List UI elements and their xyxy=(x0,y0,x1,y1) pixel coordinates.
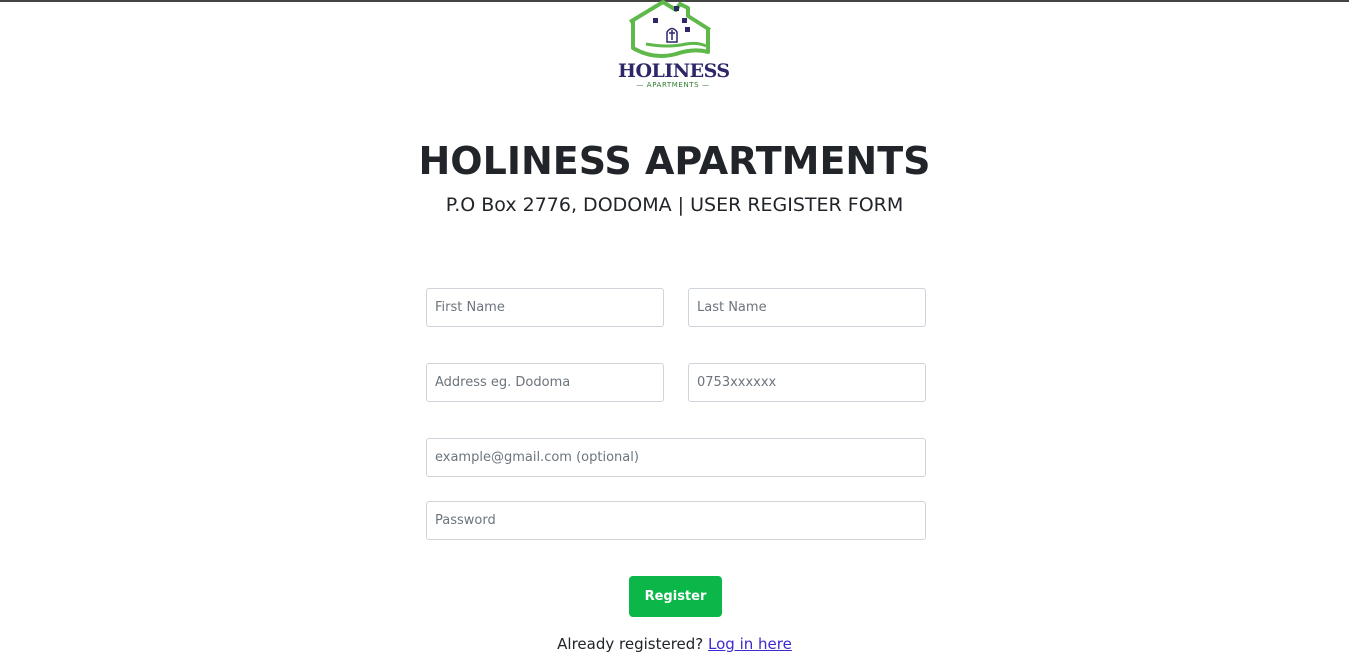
login-link[interactable]: Log in here xyxy=(708,635,792,653)
login-prompt: Already registered? Log in here xyxy=(0,634,1349,654)
register-button[interactable]: Register xyxy=(629,576,722,617)
house-logo-icon xyxy=(628,0,712,58)
page-subtitle: P.O Box 2776, DODOMA | USER REGISTER FOR… xyxy=(445,194,904,216)
already-registered-text: Already registered? xyxy=(557,635,704,653)
email-input[interactable] xyxy=(426,438,926,477)
password-input[interactable] xyxy=(426,501,926,540)
phone-input[interactable] xyxy=(688,363,926,402)
first-name-input[interactable] xyxy=(426,288,664,327)
logo-brand-text: HOLINESS xyxy=(618,60,730,82)
address-input[interactable] xyxy=(426,363,664,402)
page-title: HOLINESS APARTMENTS xyxy=(418,139,931,183)
brand-logo: HOLINESS — APARTMENTS — xyxy=(618,0,730,92)
last-name-input[interactable] xyxy=(688,288,926,327)
logo-tagline-text: — APARTMENTS — xyxy=(636,81,710,89)
